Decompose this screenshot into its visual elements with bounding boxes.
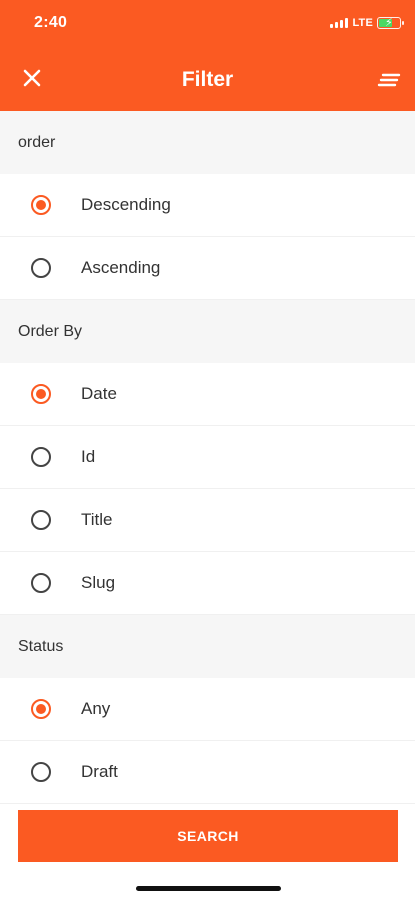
option-any[interactable]: Any	[0, 678, 415, 741]
app-header: 2:40 LTE ⚡ Filter	[0, 0, 415, 111]
status-indicators: LTE ⚡	[330, 17, 404, 29]
radio-button-selected[interactable]	[31, 195, 51, 215]
option-label: Ascending	[81, 258, 161, 277]
menu-icon	[377, 73, 401, 87]
option-title[interactable]: Title	[0, 489, 415, 552]
option-label: Id	[81, 447, 96, 466]
home-indicator[interactable]	[136, 886, 281, 891]
radio-button-selected[interactable]	[31, 384, 51, 404]
option-id[interactable]: Id	[0, 426, 415, 489]
option-label: Slug	[81, 573, 116, 592]
search-button[interactable]: SEARCH	[18, 810, 398, 862]
section-header-order-by: Order By	[0, 300, 415, 363]
radio-button[interactable]	[31, 510, 51, 530]
option-label: Draft	[81, 762, 118, 781]
radio-button-selected[interactable]	[31, 699, 51, 719]
radio-button[interactable]	[31, 258, 51, 278]
radio-button[interactable]	[31, 447, 51, 467]
option-date[interactable]: Date	[0, 363, 415, 426]
filter-list: order Descending Ascending Order By Date…	[0, 111, 415, 804]
section-header-status: Status	[0, 615, 415, 678]
status-time: 2:40	[34, 14, 68, 31]
menu-button[interactable]	[377, 70, 401, 90]
section-header-order: order	[0, 111, 415, 174]
option-descending[interactable]: Descending	[0, 174, 415, 237]
option-label: Descending	[81, 195, 171, 214]
option-draft[interactable]: Draft	[0, 741, 415, 804]
radio-button[interactable]	[31, 762, 51, 782]
option-ascending[interactable]: Ascending	[0, 237, 415, 300]
page-title: Filter	[181, 68, 234, 91]
option-label: Title	[81, 510, 113, 529]
battery-icon: ⚡	[377, 17, 404, 29]
signal-icon	[330, 18, 349, 28]
option-label: Date	[81, 384, 117, 403]
option-label: Any	[81, 699, 111, 718]
network-type: LTE	[352, 17, 373, 29]
radio-button[interactable]	[31, 573, 51, 593]
option-slug[interactable]: Slug	[0, 552, 415, 615]
